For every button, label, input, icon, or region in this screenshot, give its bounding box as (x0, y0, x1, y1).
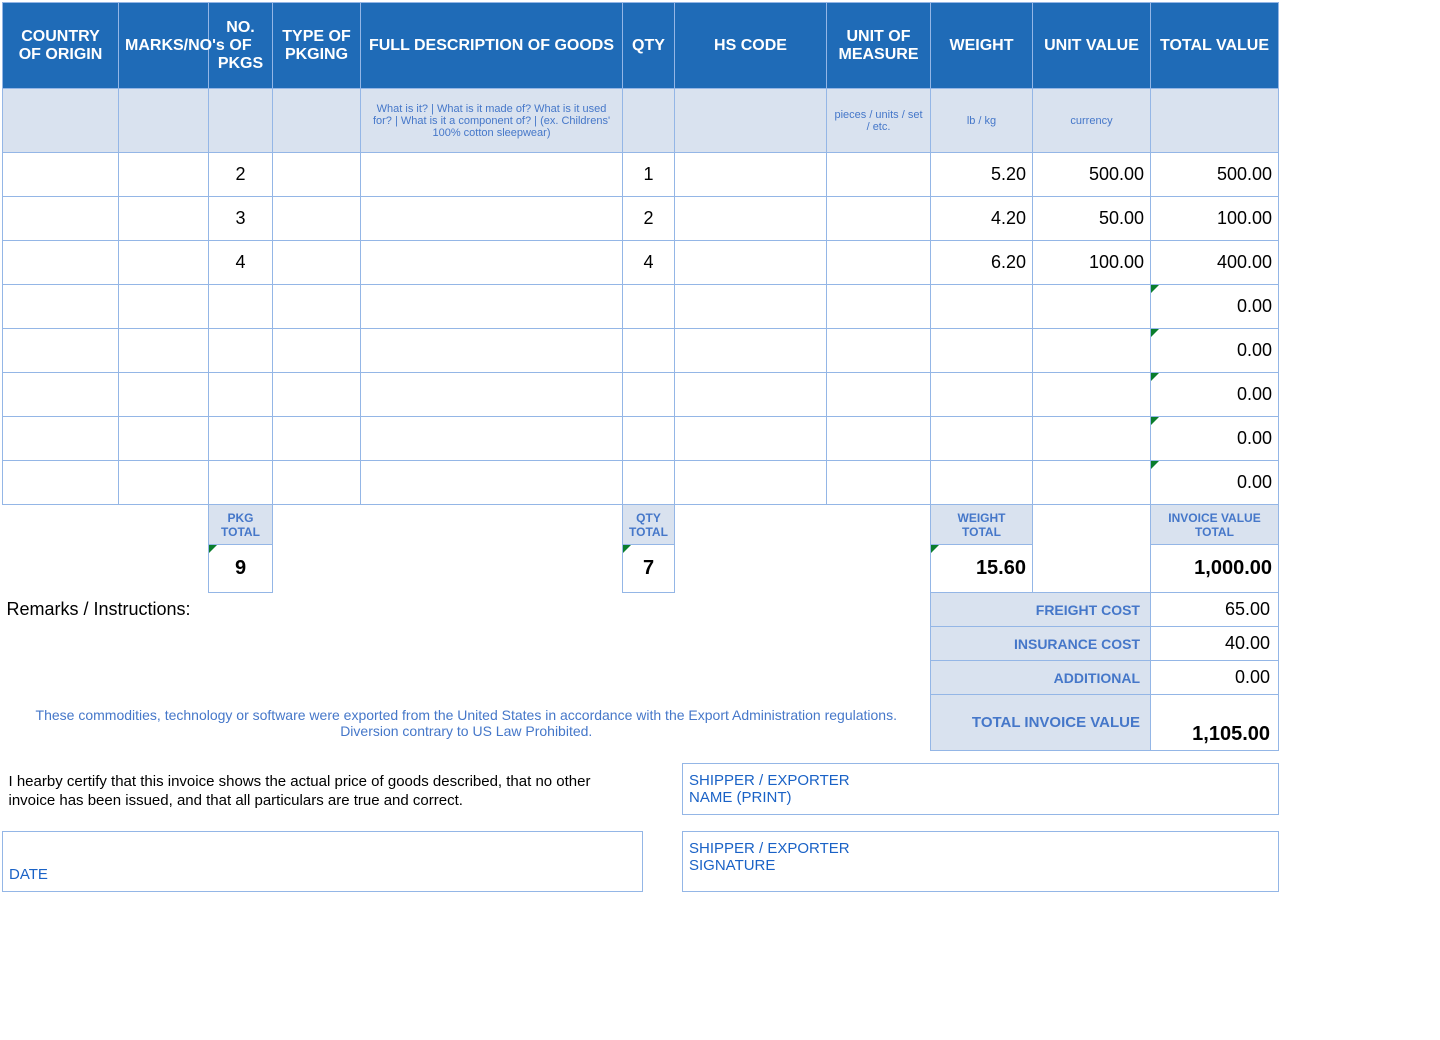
insurance-label: INSURANCE COST (931, 627, 1151, 661)
freight-label: FREIGHT COST (931, 593, 1151, 627)
invoice-items-table: COUNTRY OF ORIGIN MARKS/NO's NO. OF PKGS… (2, 2, 1279, 751)
table-row[interactable]: 0.00 (3, 373, 1279, 417)
col-hs: HS CODE (675, 3, 827, 89)
col-total: TOTAL VALUE (1151, 3, 1279, 89)
remarks-label[interactable]: Remarks / Instructions: (3, 593, 931, 695)
table-row[interactable]: 4 4 6.20 100.00 400.00 (3, 241, 1279, 285)
insurance-value[interactable]: 40.00 (1151, 627, 1279, 661)
col-marks: MARKS/NO's (119, 3, 209, 89)
col-desc: FULL DESCRIPTION OF GOODS (361, 3, 623, 89)
hint-weight: lb / kg (931, 89, 1033, 153)
additional-value[interactable]: 0.00 (1151, 661, 1279, 695)
col-pkging: TYPE OF PKGING (273, 3, 361, 89)
date-box[interactable]: DATE (3, 832, 643, 892)
totals-value-row: 9 7 15.60 1,000.00 (3, 545, 1279, 593)
table-row[interactable]: 0.00 (3, 461, 1279, 505)
pkg-total: 9 (209, 545, 273, 593)
col-unitval: UNIT VALUE (1033, 3, 1151, 89)
table-row[interactable]: 0.00 (3, 329, 1279, 373)
shipper-name-box[interactable]: SHIPPER / EXPORTERNAME (PRINT) (683, 764, 1279, 815)
export-notice: These commodities, technology or softwar… (3, 695, 931, 751)
weight-total: 15.60 (931, 545, 1033, 593)
hint-desc: What is it? | What is it made of? What i… (361, 89, 623, 153)
col-qty: QTY (623, 3, 675, 89)
invoice-total-label: INVOICE VALUE TOTAL (1151, 505, 1279, 545)
table-row[interactable]: 2 1 5.20 500.00 500.00 (3, 153, 1279, 197)
hint-unitval: currency (1033, 89, 1151, 153)
certification-text: I hearby certify that this invoice shows… (3, 764, 643, 832)
col-uom: UNIT OF MEASURE (827, 3, 931, 89)
hint-uom: pieces / units / set / etc. (827, 89, 931, 153)
col-country: COUNTRY OF ORIGIN (3, 3, 119, 89)
totals-label-row: PKG TOTAL QTY TOTAL WEIGHT TOTAL INVOICE… (3, 505, 1279, 545)
shipper-signature-box[interactable]: SHIPPER / EXPORTERSIGNATURE (683, 832, 1279, 892)
freight-value[interactable]: 65.00 (1151, 593, 1279, 627)
pkg-total-label: PKG TOTAL (209, 505, 273, 545)
additional-label: ADDITIONAL (931, 661, 1151, 695)
qty-total: 7 (623, 545, 675, 593)
table-row[interactable]: 0.00 (3, 285, 1279, 329)
hint-row: What is it? | What is it made of? What i… (3, 89, 1279, 153)
table-row[interactable]: 3 2 4.20 50.00 100.00 (3, 197, 1279, 241)
header-row: COUNTRY OF ORIGIN MARKS/NO's NO. OF PKGS… (3, 3, 1279, 89)
table-row[interactable]: 0.00 (3, 417, 1279, 461)
qty-total-label: QTY TOTAL (623, 505, 675, 545)
col-weight: WEIGHT (931, 3, 1033, 89)
weight-total-label: WEIGHT TOTAL (931, 505, 1033, 545)
invoice-value-total: 1,000.00 (1151, 545, 1279, 593)
total-invoice-value: 1,105.00 (1151, 695, 1279, 751)
total-invoice-label: TOTAL INVOICE VALUE (931, 695, 1151, 751)
signature-section: I hearby certify that this invoice shows… (2, 763, 1279, 892)
